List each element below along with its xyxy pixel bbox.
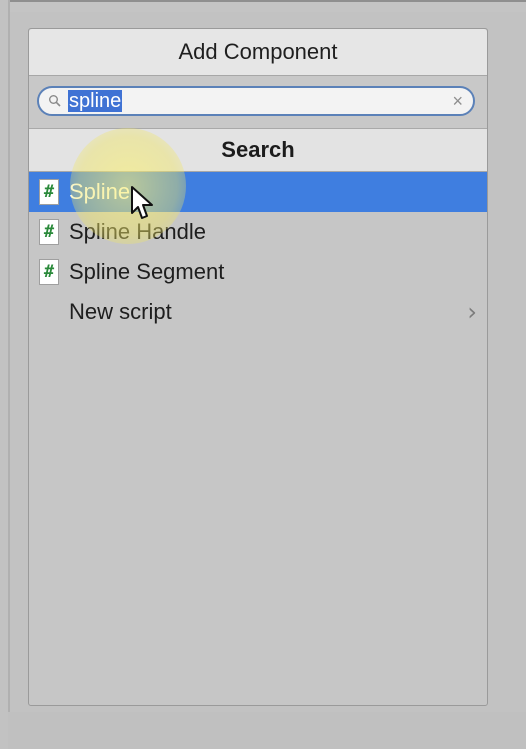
panel-title: Add Component xyxy=(29,29,487,76)
panel-bottom-area xyxy=(8,712,526,749)
results-list: # Spline # Spline Handle # Spline Segmen… xyxy=(29,172,487,332)
list-item-spline[interactable]: # Spline xyxy=(29,172,487,212)
script-hash-icon: # xyxy=(39,219,59,245)
list-item-spline-segment[interactable]: # Spline Segment xyxy=(29,252,487,292)
search-icon xyxy=(48,92,66,110)
list-item-spline-handle[interactable]: # Spline Handle xyxy=(29,212,487,252)
script-hash-icon: # xyxy=(39,259,59,285)
list-item-new-script[interactable]: New script › xyxy=(29,292,487,332)
script-hash-icon: # xyxy=(39,179,59,205)
list-item-label: Spline xyxy=(69,179,131,204)
list-item-label: Spline Handle xyxy=(69,219,206,244)
search-input-value[interactable]: spline xyxy=(68,90,123,112)
list-item-label: New script xyxy=(69,299,172,324)
window-top-edge xyxy=(8,0,526,12)
window-left-edge xyxy=(8,0,10,749)
mouse-cursor-icon xyxy=(131,186,153,219)
search-row: spline × xyxy=(29,76,487,129)
search-section-title: Search xyxy=(29,129,487,172)
chevron-right-icon: › xyxy=(467,298,477,326)
inspector-frame: Add Component spline × Search # Spline #… xyxy=(0,0,526,749)
list-item-label: Spline Segment xyxy=(69,259,225,284)
clear-search-icon[interactable]: × xyxy=(452,91,463,112)
search-field[interactable]: spline × xyxy=(37,86,475,116)
add-component-panel: Add Component spline × Search # Spline #… xyxy=(28,28,488,706)
